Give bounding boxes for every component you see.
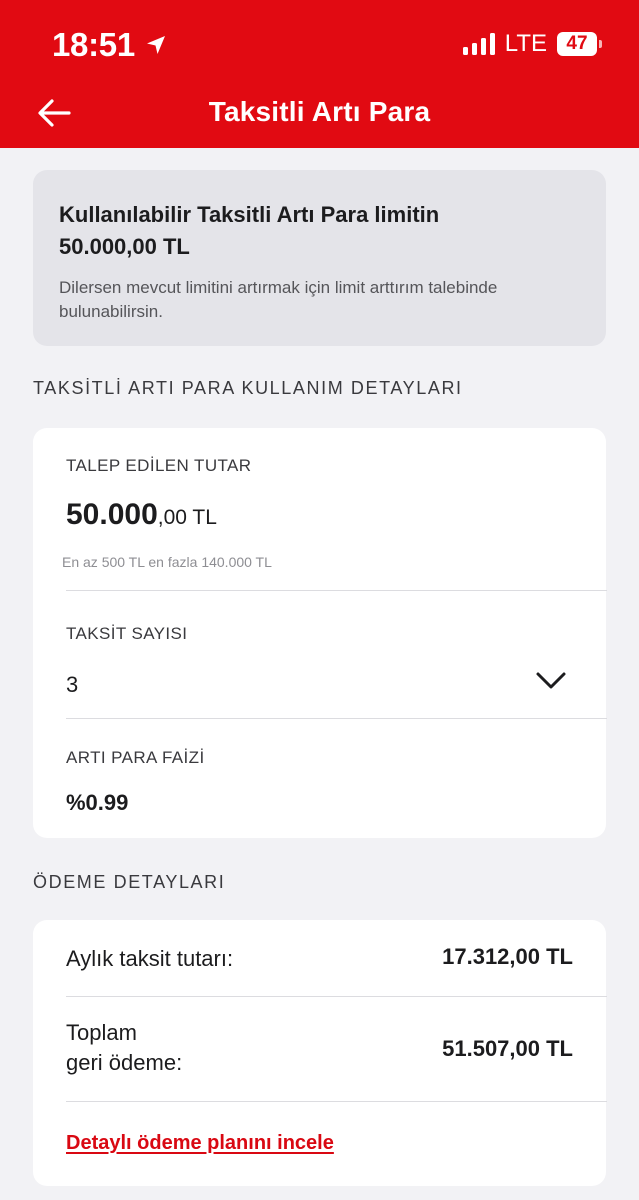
divider — [66, 590, 607, 591]
app-header: 18:51 LTE 47 Taksitli Artı Para — [0, 0, 639, 148]
divider — [66, 718, 607, 719]
page-title: Taksitli Artı Para — [208, 96, 431, 127]
requested-amount-decimals: ,00 TL — [157, 506, 217, 529]
payment-plan-link[interactable]: Detaylı ödeme planını incele — [66, 1132, 334, 1155]
requested-amount-main: 50.000 — [66, 498, 158, 531]
installment-count-label: TAKSİT SAYISI — [66, 624, 188, 643]
monthly-installment-value: 17.312,00 TL — [442, 944, 573, 969]
cellular-signal-icon — [462, 33, 495, 55]
total-repayment-label-line1: Toplam — [66, 1020, 137, 1045]
limit-title: Kullanılabilir Taksitli Artı Para limiti… — [59, 202, 440, 227]
total-repayment-value: 51.507,00 TL — [442, 1036, 573, 1061]
limit-description: Dilersen mevcut limitini artırmak için l… — [59, 278, 498, 321]
limit-amount: 50.000,00 TL — [59, 234, 190, 259]
interest-rate-label: ARTI PARA FAİZİ — [66, 748, 205, 767]
interest-rate-value: %0.99 — [66, 790, 129, 815]
usage-section-title: TAKSİTLİ ARTI PARA KULLANIM DETAYLARI — [33, 378, 463, 398]
requested-amount-label: TALEP EDİLEN TUTAR — [66, 456, 252, 475]
installment-count-select[interactable]: 3 — [66, 672, 78, 698]
requested-amount-field[interactable]: 50.000,00 TL — [66, 498, 217, 532]
amount-hint: En az 500 TL en fazla 140.000 TL — [62, 554, 272, 570]
payment-details-card: Aylık taksit tutarı: 17.312,00 TL Toplam… — [33, 920, 607, 1186]
limit-info-card: Kullanılabilir Taksitli Artı Para limiti… — [33, 170, 606, 346]
usage-details-card: TALEP EDİLEN TUTAR 50.000,00 TL En az 50… — [33, 428, 607, 838]
chevron-down-icon[interactable] — [535, 670, 567, 692]
total-repayment-label-line2: geri ödeme: — [66, 1050, 183, 1075]
status-indicators: LTE 47 — [462, 30, 602, 58]
status-time: 18:51 — [52, 26, 135, 63]
payment-section-title: ÖDEME DETAYLARI — [33, 872, 226, 892]
divider — [66, 996, 607, 997]
network-label: LTE — [504, 30, 547, 57]
divider — [66, 1101, 607, 1102]
monthly-installment-label: Aylık taksit tutarı: — [66, 946, 234, 971]
total-repayment-label: Toplam geri ödeme: — [66, 1018, 182, 1078]
location-arrow-icon — [146, 36, 165, 54]
battery-icon: 47 — [557, 32, 602, 56]
status-time-group: 18:51 — [52, 26, 167, 64]
